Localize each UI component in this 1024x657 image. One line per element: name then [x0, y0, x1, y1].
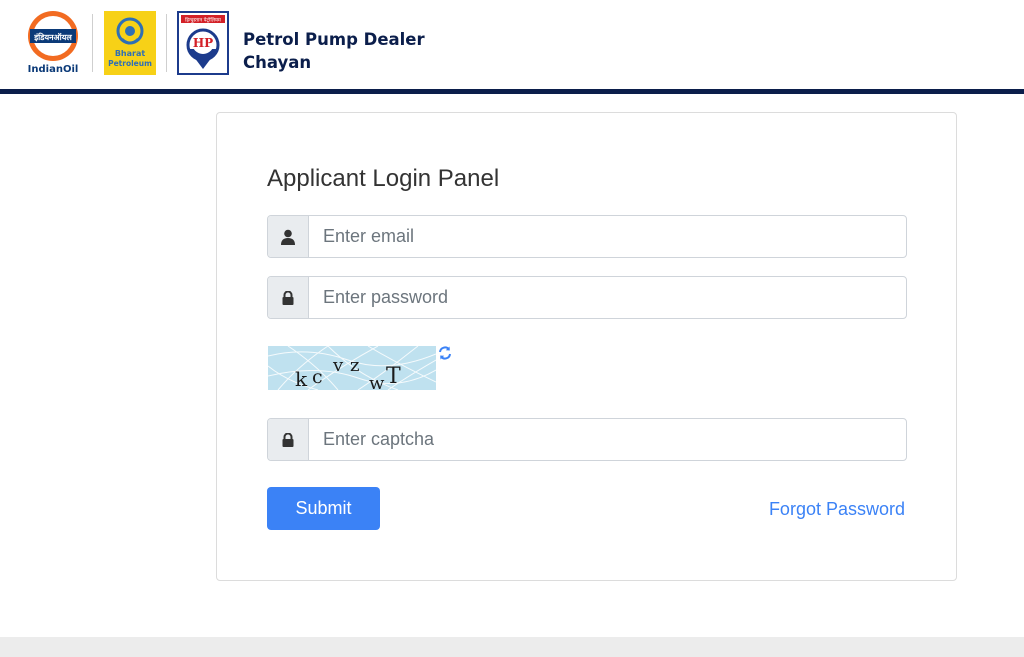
site-brand: Petrol Pump Dealer Chayan: [243, 28, 425, 74]
captcha-char: k: [295, 367, 308, 390]
bp-line2: Petroleum: [108, 59, 152, 68]
brand-line2: Chayan: [243, 53, 312, 72]
footer-strip: [0, 637, 1024, 657]
header-divider-bar: [0, 89, 1024, 94]
email-input-group: [267, 215, 907, 258]
captcha-char: c: [312, 366, 323, 388]
refresh-icon[interactable]: [437, 345, 453, 361]
captcha-char: v: [332, 355, 344, 376]
lock-icon: [282, 432, 294, 447]
bp-line1: Bharat: [115, 49, 146, 58]
logo-divider: [92, 14, 93, 72]
captcha-text: k c v z w T: [295, 355, 401, 390]
captcha-input-group: [267, 418, 907, 461]
site-header: इंडियनऑयल IndianOil Bharat Petroleum हिन…: [0, 0, 1024, 90]
captcha-char: T: [386, 364, 401, 389]
panel-title: Applicant Login Panel: [267, 165, 500, 192]
captcha-input[interactable]: [309, 419, 906, 460]
captcha-char: z: [350, 355, 359, 376]
bharat-petroleum-logo-icon[interactable]: Bharat Petroleum: [104, 11, 156, 75]
captcha-addon: [268, 419, 309, 460]
hp-top-text: हिन्दुस्तान पेट्रोलियम: [185, 17, 222, 24]
submit-button[interactable]: Submit: [267, 487, 380, 530]
indianoil-logo-icon[interactable]: इंडियनऑयल IndianOil: [24, 10, 82, 76]
hp-letters: HP: [193, 36, 213, 50]
user-icon: [281, 229, 295, 245]
password-addon: [268, 277, 309, 318]
password-input-group: [267, 276, 907, 319]
forgot-password-link[interactable]: Forgot Password: [769, 499, 905, 520]
lock-icon: [282, 290, 294, 305]
indianoil-script-text: इंडियनऑयल: [33, 32, 72, 42]
login-panel: Applicant Login Panel Enter email k c v …: [216, 112, 957, 581]
captcha-char: w: [369, 373, 385, 390]
hp-logo-icon[interactable]: हिन्दुस्तान पेट्रोलियम HP: [177, 11, 229, 75]
brand-line1: Petrol Pump Dealer: [243, 30, 425, 49]
captcha-image: k c v z w T: [268, 346, 436, 390]
email-addon: [268, 216, 309, 257]
indianoil-name: IndianOil: [28, 64, 79, 75]
email-input[interactable]: [309, 216, 906, 257]
logo-divider: [166, 14, 167, 72]
password-input[interactable]: [309, 277, 906, 318]
